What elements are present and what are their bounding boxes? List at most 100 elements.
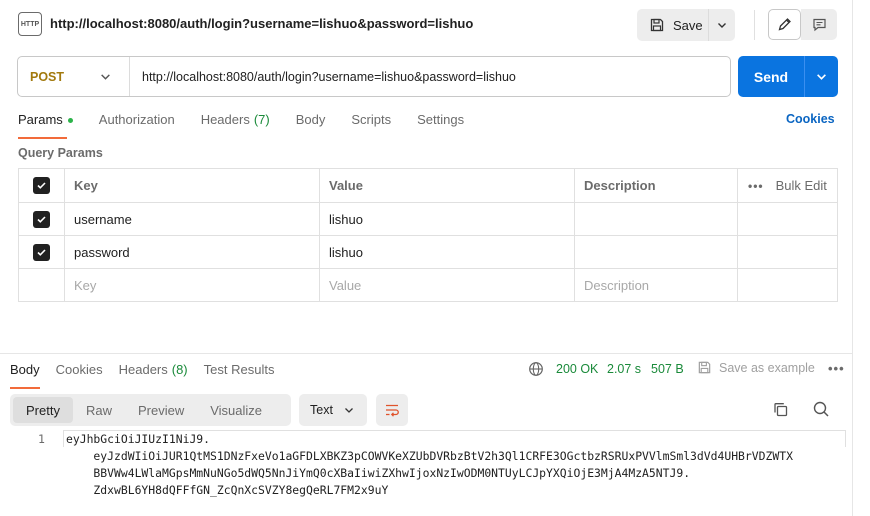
- table-header-row: Key Value Description ••• Bulk Edit: [19, 169, 837, 202]
- column-header-value: Value: [319, 169, 574, 202]
- save-as-example-label: Save as example: [719, 360, 815, 375]
- url-bar: POST: [17, 56, 731, 97]
- chevron-down-icon: [101, 74, 110, 80]
- tab-authorization[interactable]: Authorization: [99, 112, 175, 136]
- select-all-cell: [19, 169, 64, 202]
- new-key-input[interactable]: Key: [64, 269, 319, 301]
- tab-scripts[interactable]: Scripts: [351, 112, 391, 136]
- view-preview[interactable]: Preview: [125, 397, 197, 423]
- format-label: Text: [310, 403, 333, 417]
- request-title[interactable]: http://localhost:8080/auth/login?usernam…: [50, 16, 473, 31]
- tab-params[interactable]: Params: [18, 112, 73, 139]
- row-checkbox-cell: [19, 203, 64, 235]
- body-line: ZdxwBL6YH8dQFFfGN_ZcQnXcSVZY8egQeRL7FM2x…: [66, 483, 389, 497]
- checkmark-icon: [37, 215, 46, 223]
- response-time[interactable]: 2.07 s: [607, 362, 641, 376]
- view-pretty[interactable]: Pretty: [13, 397, 73, 423]
- checkmark-icon: [37, 182, 46, 189]
- globe-icon[interactable]: [528, 361, 544, 377]
- http-badge-text: HTTP: [20, 20, 40, 28]
- http-request-icon: HTTP: [18, 12, 42, 36]
- view-visualize[interactable]: Visualize: [197, 397, 275, 423]
- format-select[interactable]: Text: [299, 394, 367, 426]
- response-tab-cookies[interactable]: Cookies: [56, 362, 103, 386]
- save-label: Save: [673, 17, 703, 33]
- row-checkbox-cell: [19, 269, 64, 301]
- tab-settings[interactable]: Settings: [417, 112, 464, 136]
- tab-params-label: Params: [18, 112, 63, 127]
- chevron-down-icon: [718, 23, 726, 28]
- status-code[interactable]: 200 OK: [556, 362, 598, 376]
- edit-button[interactable]: [768, 9, 801, 40]
- param-key-cell[interactable]: username: [64, 203, 319, 235]
- column-header-key: Key: [64, 169, 319, 202]
- copy-icon[interactable]: [771, 400, 791, 420]
- response-body[interactable]: eyJhbGciOiJIUzI1NiJ9. eyJzdWIiOiJUR1QtMS…: [66, 431, 793, 499]
- checkmark-icon: [37, 248, 46, 256]
- method-label: POST: [30, 69, 65, 84]
- response-tab-body[interactable]: Body: [10, 362, 40, 389]
- save-icon: [650, 18, 664, 32]
- param-value-cell[interactable]: lishuo: [319, 236, 574, 268]
- line-number: 1: [38, 432, 45, 446]
- chevron-down-icon: [345, 408, 353, 413]
- response-tab-headers[interactable]: Headers (8): [119, 362, 188, 386]
- view-raw[interactable]: Raw: [73, 397, 125, 423]
- cookies-link[interactable]: Cookies: [786, 112, 835, 126]
- send-button-group: Send: [738, 56, 838, 97]
- tab-body[interactable]: Body: [296, 112, 326, 136]
- tab-headers[interactable]: Headers (7): [201, 112, 270, 136]
- response-headers-count: (8): [171, 362, 188, 377]
- table-row: password lishuo: [19, 235, 837, 268]
- row-spacer-cell: [737, 236, 837, 268]
- chevron-down-icon: [817, 74, 826, 80]
- more-options-icon[interactable]: •••: [828, 361, 845, 376]
- new-value-input[interactable]: Value: [319, 269, 574, 301]
- table-row: username lishuo: [19, 202, 837, 235]
- view-mode-group: Pretty Raw Preview Visualize: [10, 394, 291, 426]
- row-spacer-cell: [737, 269, 837, 301]
- save-button[interactable]: Save: [637, 9, 709, 41]
- response-tabs: Body Cookies Headers (8) Test Results: [10, 362, 290, 389]
- new-description-input[interactable]: Description: [574, 269, 737, 301]
- select-all-checkbox[interactable]: [33, 177, 50, 194]
- request-tabs: Params Authorization Headers (7) Body Scr…: [18, 112, 490, 139]
- search-icon[interactable]: [811, 399, 831, 419]
- save-as-example-button[interactable]: Save as example: [697, 360, 815, 375]
- param-description-cell[interactable]: [574, 236, 737, 268]
- url-input[interactable]: [130, 69, 730, 84]
- method-select[interactable]: POST: [18, 57, 130, 96]
- save-icon: [698, 361, 711, 374]
- header-divider: [754, 10, 755, 40]
- headers-count: (7): [253, 112, 270, 127]
- pencil-icon: [778, 18, 791, 31]
- body-line: BBVWw4LWlaMGpsMmNuNGo5dWQ5NnJiYmQ0cXBaIi…: [66, 466, 691, 480]
- query-params-table: Key Value Description ••• Bulk Edit usern…: [18, 168, 838, 302]
- side-panel-edge: [852, 0, 870, 516]
- param-key-cell[interactable]: password: [64, 236, 319, 268]
- send-button[interactable]: Send: [738, 56, 805, 97]
- send-options-dropdown[interactable]: [805, 56, 838, 97]
- body-line: eyJzdWIiOiJUR1QtMS1DNzFxeVo1aGFDLXBKZ3pC…: [66, 449, 793, 463]
- response-size[interactable]: 507 B: [651, 362, 684, 376]
- response-headers-label: Headers: [118, 362, 168, 377]
- table-row-new: Key Value Description: [19, 268, 837, 301]
- wrap-lines-button[interactable]: [376, 394, 408, 426]
- row-checkbox[interactable]: [33, 210, 50, 228]
- more-options-icon[interactable]: •••: [748, 179, 764, 193]
- comments-button[interactable]: [801, 9, 837, 40]
- save-button-group: Save: [637, 9, 735, 41]
- query-params-title: Query Params: [18, 146, 103, 160]
- row-checkbox-cell: [19, 236, 64, 268]
- bulk-edit-cell: ••• Bulk Edit: [737, 169, 837, 202]
- save-options-dropdown[interactable]: [709, 9, 735, 41]
- param-value-cell[interactable]: lishuo: [319, 203, 574, 235]
- comment-icon: [812, 18, 826, 32]
- row-spacer-cell: [737, 203, 837, 235]
- param-description-cell[interactable]: [574, 203, 737, 235]
- params-active-dot: [67, 118, 73, 123]
- row-checkbox[interactable]: [33, 243, 50, 261]
- response-tab-test-results[interactable]: Test Results: [204, 362, 275, 386]
- tab-headers-label: Headers: [200, 112, 250, 127]
- bulk-edit-button[interactable]: Bulk Edit: [776, 178, 827, 193]
